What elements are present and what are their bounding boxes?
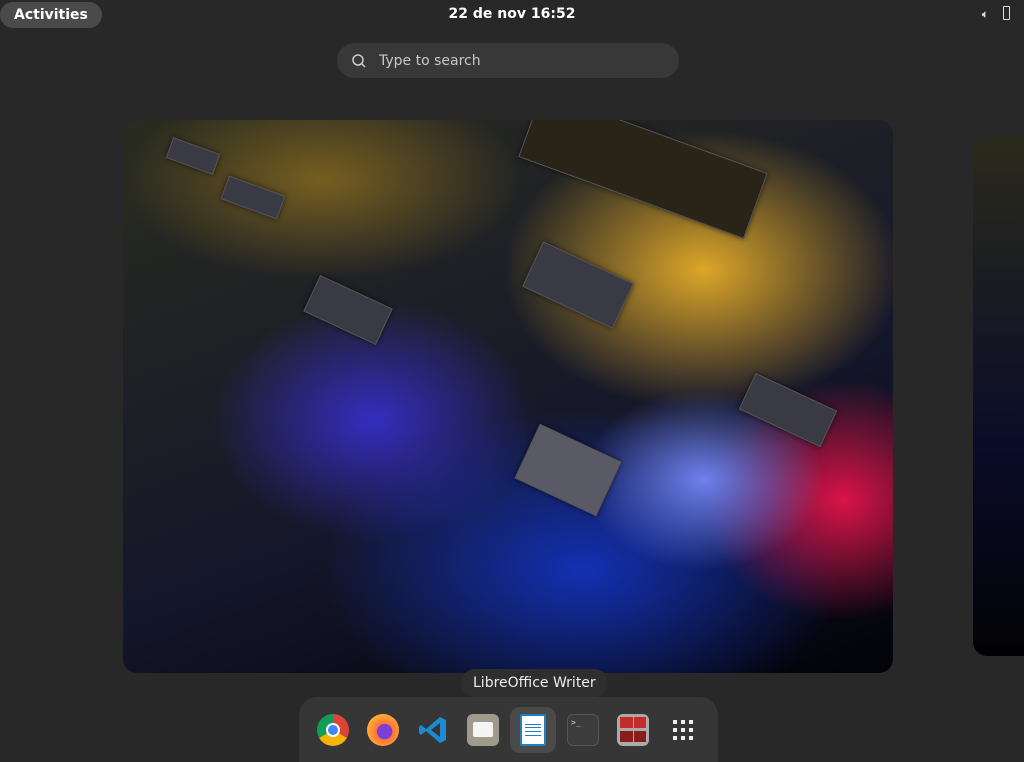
top-bar: Activities 22 de nov 16:52 🔈︎	[0, 0, 1024, 28]
wallpaper-chip	[220, 175, 286, 220]
wallpaper-chip	[738, 372, 838, 448]
dock: >_	[299, 697, 718, 762]
workspace-thumbnail-current[interactable]	[123, 120, 893, 673]
system-tray[interactable]: 🔈︎	[982, 6, 1010, 22]
wallpaper-chip	[514, 423, 622, 517]
dock-app-firefox[interactable]	[360, 707, 406, 753]
wallpaper-chip	[522, 241, 634, 329]
workspace-thumbnail-next[interactable]	[973, 137, 1024, 656]
battery-icon[interactable]	[1003, 6, 1010, 20]
show-applications-button[interactable]	[660, 707, 706, 753]
files-icon	[467, 713, 499, 746]
clock[interactable]: 22 de nov 16:52	[0, 6, 1024, 22]
dock-tooltip: LibreOffice Writer	[461, 669, 608, 697]
dock-app-chrome[interactable]	[310, 707, 356, 753]
dock-app-terminal[interactable]: >_	[560, 707, 606, 753]
firefox-icon	[367, 713, 399, 746]
dock-app-terminator[interactable]	[610, 707, 656, 753]
search-icon	[352, 53, 366, 68]
dock-app-writer[interactable]	[510, 706, 556, 753]
terminator-icon	[617, 713, 649, 746]
wallpaper-chip	[518, 120, 768, 239]
dock-app-files[interactable]	[460, 707, 506, 753]
wallpaper-chip	[303, 274, 393, 346]
volume-icon[interactable]: 🔈︎	[982, 7, 989, 22]
terminal-icon: >_	[567, 713, 599, 746]
chrome-icon	[317, 713, 349, 746]
search-bar[interactable]	[337, 43, 679, 78]
dock-app-vscode[interactable]	[410, 707, 456, 753]
vscode-icon	[419, 716, 446, 743]
app-grid-icon	[673, 719, 693, 740]
wallpaper-chip	[165, 137, 221, 175]
search-input[interactable]	[379, 52, 639, 69]
writer-icon	[520, 713, 546, 746]
